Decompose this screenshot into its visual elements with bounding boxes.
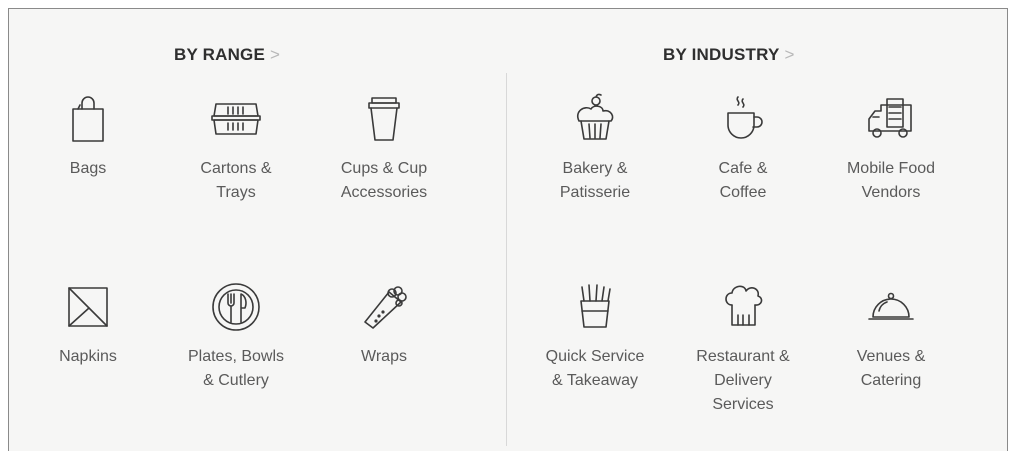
by-industry-label: BY INDUSTRY <box>663 45 780 64</box>
coffee-cup-icon <box>676 93 810 145</box>
category-bakery-patisserie[interactable]: Bakery & Patisserie <box>528 93 662 205</box>
bag-icon <box>21 93 155 145</box>
category-label: Cafe & Coffee <box>718 160 768 201</box>
category-label: Restaurant & Delivery Services <box>696 348 790 413</box>
category-mobile-food-vendors[interactable]: Mobile Food Vendors <box>824 93 958 205</box>
category-wraps[interactable]: Wraps <box>317 281 451 369</box>
plate-cutlery-icon <box>169 281 303 333</box>
category-label: Venues & Catering <box>856 348 926 389</box>
chevron-right-icon: > <box>784 45 795 64</box>
napkin-icon <box>21 281 155 333</box>
carton-tray-icon <box>169 93 303 145</box>
wrap-icon <box>317 281 451 333</box>
category-label: Quick Service & Takeaway <box>545 348 645 389</box>
food-truck-icon <box>824 93 958 145</box>
category-cartons-trays[interactable]: Cartons & Trays <box>169 93 303 205</box>
category-label: Wraps <box>361 348 407 365</box>
cloche-icon <box>824 281 958 333</box>
by-industry-heading[interactable]: BY INDUSTRY > <box>663 45 795 65</box>
category-label: Cups & Cup Accessories <box>340 160 428 201</box>
by-range-label: BY RANGE <box>174 45 266 64</box>
chevron-right-icon: > <box>270 45 281 64</box>
category-bags[interactable]: Bags <box>21 93 155 181</box>
category-menu-panel: BY RANGE > BY INDUSTRY > Bags Cartons & … <box>8 8 1008 451</box>
category-venues-catering[interactable]: Venues & Catering <box>824 281 958 393</box>
column-divider <box>506 73 507 446</box>
category-cafe-coffee[interactable]: Cafe & Coffee <box>676 93 810 205</box>
category-quick-service-takeaway[interactable]: Quick Service & Takeaway <box>528 281 662 393</box>
category-label: Napkins <box>59 348 117 365</box>
category-restaurant-delivery[interactable]: Restaurant & Delivery Services <box>676 281 810 417</box>
by-range-heading[interactable]: BY RANGE > <box>174 45 280 65</box>
cup-icon <box>317 93 451 145</box>
category-label: Cartons & Trays <box>200 160 272 201</box>
category-label: Plates, Bowls & Cutlery <box>187 348 285 389</box>
chef-hat-icon <box>676 281 810 333</box>
category-cups[interactable]: Cups & Cup Accessories <box>317 93 451 205</box>
category-plates-bowls-cutlery[interactable]: Plates, Bowls & Cutlery <box>169 281 303 393</box>
category-label: Mobile Food Vendors <box>846 160 936 201</box>
category-napkins[interactable]: Napkins <box>21 281 155 369</box>
category-label: Bags <box>69 160 107 177</box>
category-label: Bakery & Patisserie <box>559 160 631 201</box>
cupcake-icon <box>528 93 662 145</box>
fries-icon <box>528 281 662 333</box>
